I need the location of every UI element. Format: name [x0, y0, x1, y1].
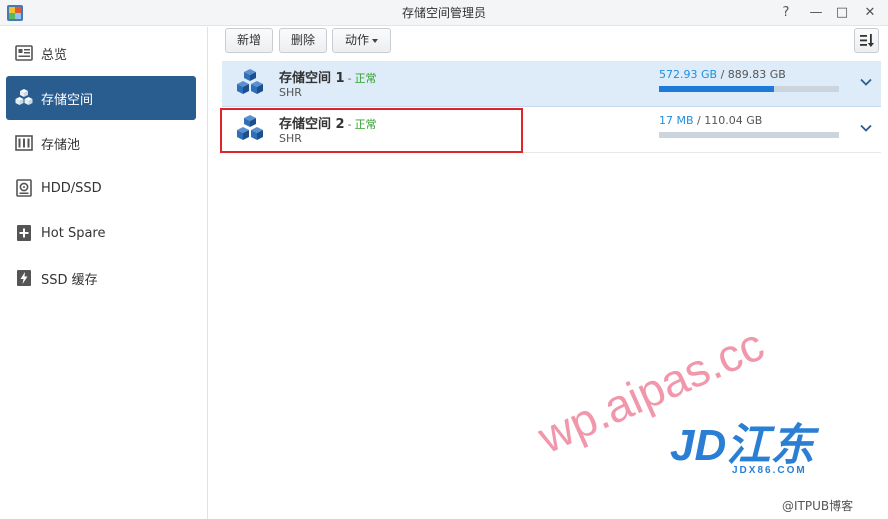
action-dropdown-button[interactable]: 动作 — [332, 28, 391, 53]
usage-separator: / — [720, 68, 725, 81]
usage-text: 572.93 GB / 889.83 GB — [659, 68, 786, 81]
sidebar-item-label: 存储池 — [41, 137, 81, 153]
delete-button[interactable]: 删除 — [279, 28, 327, 53]
overview-icon — [15, 45, 33, 61]
sidebar-item-hot-spare[interactable]: Hot Spare — [6, 211, 196, 255]
hdd-icon — [16, 179, 32, 197]
status-text: 正常 — [354, 72, 377, 85]
close-button[interactable]: ✕ — [861, 4, 879, 22]
usage-bar — [659, 86, 839, 92]
sidebar-item-overview[interactable]: 总览 — [6, 31, 196, 75]
sidebar: 总览 存储空间 存储池 HDD/SSD Hot Spare SSD 缓存 — [0, 27, 208, 519]
title-bar: 存储空间管理员 ? — □ ✕ — [0, 0, 888, 26]
jdx86-logo: JD江东 JDX86.COM — [670, 421, 820, 476]
hot-spare-plus-icon — [17, 225, 31, 241]
new-button[interactable]: 新增 — [225, 28, 273, 53]
help-button[interactable]: ? — [777, 4, 795, 22]
sidebar-item-storage-pool[interactable]: 存储池 — [6, 121, 196, 165]
used-capacity: 572.93 GB — [659, 68, 718, 81]
logo-text: JD江东 — [670, 421, 820, 470]
volume-cubes-icon — [237, 69, 263, 94]
sidebar-item-ssd-cache[interactable]: SSD 缓存 — [6, 256, 196, 300]
sidebar-item-label: SSD 缓存 — [41, 272, 98, 288]
sidebar-item-volume[interactable]: 存储空间 — [6, 76, 196, 120]
window-title: 存储空间管理员 — [401, 6, 486, 20]
minimize-button[interactable]: — — [807, 4, 825, 22]
total-capacity: 889.83 GB — [727, 68, 786, 81]
sort-icon — [860, 34, 874, 47]
chevron-down-icon[interactable] — [859, 121, 873, 135]
usage-bar-fill — [659, 86, 775, 92]
sidebar-item-label: HDD/SSD — [41, 180, 102, 196]
status-dash: - — [347, 72, 352, 85]
raid-type: SHR — [279, 86, 302, 99]
annotation-highlight-box — [220, 108, 523, 153]
sidebar-item-label: Hot Spare — [41, 225, 106, 241]
usage-text: 17 MB / 110.04 GB — [659, 114, 762, 127]
chevron-down-icon[interactable] — [859, 75, 873, 89]
itpub-watermark: @ITPUB博客 — [782, 499, 854, 513]
storage-pool-icon — [15, 135, 33, 151]
action-label: 动作 — [344, 33, 369, 47]
total-capacity: 110.04 GB — [704, 114, 763, 127]
volume-title: 存储空间 1- 正常 — [279, 67, 377, 86]
maximize-button[interactable]: □ — [833, 4, 851, 22]
used-capacity: 17 MB — [659, 114, 694, 127]
volume-row[interactable]: 存储空间 1- 正常 SHR 572.93 GB / 889.83 GB — [222, 61, 881, 107]
volume-name: 存储空间 1 — [279, 71, 345, 86]
ssd-cache-icon — [17, 270, 31, 286]
usage-separator: / — [697, 114, 701, 127]
logo-subtext: JDX86.COM — [732, 465, 807, 476]
caret-down-icon — [372, 38, 378, 43]
sidebar-item-label: 存储空间 — [41, 92, 94, 108]
sidebar-item-label: 总览 — [41, 47, 68, 63]
volume-cubes-icon — [15, 89, 33, 105]
sort-button[interactable] — [854, 28, 879, 53]
usage-bar — [659, 132, 839, 138]
sidebar-item-hdd-ssd[interactable]: HDD/SSD — [6, 166, 196, 210]
